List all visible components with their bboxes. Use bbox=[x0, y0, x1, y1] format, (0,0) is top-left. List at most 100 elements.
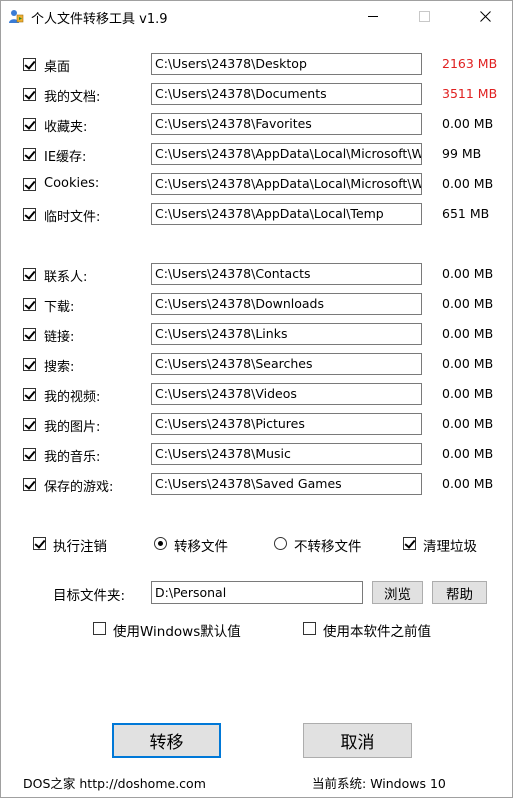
transfer-files-option[interactable]: 转移文件 bbox=[154, 534, 254, 555]
folder-row: 搜索: C:\Users\24378\Searches 0.00 MB bbox=[1, 353, 513, 377]
clean-junk-checkbox[interactable] bbox=[403, 537, 416, 550]
folder-checkbox[interactable] bbox=[23, 448, 36, 461]
folder-checkbox[interactable] bbox=[23, 208, 36, 221]
logoff-option[interactable]: 执行注销 bbox=[33, 534, 133, 555]
windows-default-checkbox[interactable] bbox=[93, 622, 106, 635]
app-window: 个人文件转移工具 v1.9 桌面 C:\Users\24378\Desktop 21… bbox=[0, 0, 513, 798]
folder-label: 临时文件: bbox=[44, 210, 101, 225]
logoff-checkbox[interactable] bbox=[33, 537, 46, 550]
folder-checkbox[interactable] bbox=[23, 328, 36, 341]
folder-checkbox[interactable] bbox=[23, 178, 36, 191]
folder-checkbox[interactable] bbox=[23, 418, 36, 431]
folder-row: IE缓存: C:\Users\24378\AppData\Local\Micros… bbox=[1, 143, 513, 167]
folder-label: 链接: bbox=[44, 330, 75, 345]
folder-label: 保存的游戏: bbox=[44, 480, 114, 495]
folder-path-input[interactable]: C:\Users\24378\Favorites bbox=[151, 113, 422, 135]
folder-label: IE缓存: bbox=[44, 150, 87, 165]
folder-size: 3511 MB bbox=[442, 86, 498, 101]
folder-size: 0.00 MB bbox=[442, 296, 494, 311]
windows-default-label: 使用Windows默认值 bbox=[113, 624, 241, 640]
transfer-files-label: 转移文件 bbox=[174, 539, 228, 555]
folder-size: 99 MB bbox=[442, 146, 482, 161]
target-folder-input[interactable]: D:\Personal bbox=[151, 581, 363, 604]
folder-path-input[interactable]: C:\Users\24378\AppData\Local\Microsoft\W bbox=[151, 143, 422, 165]
folder-checkbox[interactable] bbox=[23, 388, 36, 401]
cancel-button[interactable]: 取消 bbox=[303, 723, 412, 758]
folder-row: 我的视频: C:\Users\24378\Videos 0.00 MB bbox=[1, 383, 513, 407]
maximize-button[interactable] bbox=[401, 1, 447, 32]
folder-checkbox[interactable] bbox=[23, 118, 36, 131]
transfer-files-radio[interactable] bbox=[154, 537, 167, 550]
folder-path-input[interactable]: C:\Users\24378\Saved Games bbox=[151, 473, 422, 495]
target-folder-label: 目标文件夹: bbox=[53, 588, 126, 604]
folder-label: 我的图片: bbox=[44, 420, 101, 435]
folder-row: 保存的游戏: C:\Users\24378\Saved Games 0.00 MB bbox=[1, 473, 513, 497]
folder-path-input[interactable]: C:\Users\24378\Music bbox=[151, 443, 422, 465]
previous-value-label: 使用本软件之前值 bbox=[323, 624, 431, 640]
folder-size: 0.00 MB bbox=[442, 416, 494, 431]
system-info: 当前系统: Windows 10 bbox=[312, 773, 446, 792]
folder-path-input[interactable]: C:\Users\24378\AppData\Local\Microsoft\W bbox=[151, 173, 422, 195]
folder-checkbox[interactable] bbox=[23, 298, 36, 311]
folder-label: 搜索: bbox=[44, 360, 75, 375]
previous-value-checkbox[interactable] bbox=[303, 622, 316, 635]
help-button[interactable]: 帮助 bbox=[432, 581, 487, 604]
folder-row: 链接: C:\Users\24378\Links 0.00 MB bbox=[1, 323, 513, 347]
folder-row: Cookies: C:\Users\24378\AppData\Local\Mic… bbox=[1, 173, 513, 197]
folder-path-input[interactable]: C:\Users\24378\Videos bbox=[151, 383, 422, 405]
folder-row: 我的文档: C:\Users\24378\Documents 3511 MB bbox=[1, 83, 513, 107]
folder-label: 下载: bbox=[44, 300, 75, 315]
clean-junk-option[interactable]: 清理垃圾 bbox=[403, 534, 503, 555]
system-value: Windows 10 bbox=[370, 776, 446, 791]
folder-size: 2163 MB bbox=[442, 56, 498, 71]
folder-row: 联系人: C:\Users\24378\Contacts 0.00 MB bbox=[1, 263, 513, 287]
folder-label: 桌面 bbox=[44, 60, 71, 75]
folder-size: 0.00 MB bbox=[442, 176, 494, 191]
folder-label: 我的文档: bbox=[44, 90, 101, 105]
previous-value-option[interactable]: 使用本软件之前值 bbox=[303, 619, 473, 640]
folder-path-input[interactable]: C:\Users\24378\Links bbox=[151, 323, 422, 345]
folder-size: 0.00 MB bbox=[442, 386, 494, 401]
folder-checkbox[interactable] bbox=[23, 148, 36, 161]
folder-size: 0.00 MB bbox=[442, 476, 494, 491]
folder-size: 0.00 MB bbox=[442, 446, 494, 461]
folder-checkbox[interactable] bbox=[23, 358, 36, 371]
folder-checkbox[interactable] bbox=[23, 478, 36, 491]
folder-path-input[interactable]: C:\Users\24378\Searches bbox=[151, 353, 422, 375]
folder-row: 收藏夹: C:\Users\24378\Favorites 0.00 MB bbox=[1, 113, 513, 137]
folder-size: 0.00 MB bbox=[442, 116, 494, 131]
title-bar[interactable]: 个人文件转移工具 v1.9 bbox=[1, 1, 512, 32]
no-transfer-files-option[interactable]: 不转移文件 bbox=[274, 534, 384, 555]
app-icon bbox=[8, 8, 24, 24]
folder-checkbox[interactable] bbox=[23, 268, 36, 281]
folder-label: 我的音乐: bbox=[44, 450, 101, 465]
folder-checkbox[interactable] bbox=[23, 88, 36, 101]
minimize-button[interactable] bbox=[350, 1, 396, 32]
folder-label: 我的视频: bbox=[44, 390, 101, 405]
folder-size: 651 MB bbox=[442, 206, 490, 221]
folder-size: 0.00 MB bbox=[442, 356, 494, 371]
folder-path-input[interactable]: C:\Users\24378\Documents bbox=[151, 83, 422, 105]
folder-path-input[interactable]: C:\Users\24378\Downloads bbox=[151, 293, 422, 315]
windows-default-option[interactable]: 使用Windows默认值 bbox=[93, 619, 263, 640]
folder-path-input[interactable]: C:\Users\24378\Pictures bbox=[151, 413, 422, 435]
clean-junk-label: 清理垃圾 bbox=[423, 539, 477, 555]
folder-label: 收藏夹: bbox=[44, 120, 88, 135]
folder-path-input[interactable]: C:\Users\24378\AppData\Local\Temp bbox=[151, 203, 422, 225]
folder-row: 我的音乐: C:\Users\24378\Music 0.00 MB bbox=[1, 443, 513, 467]
folder-path-input[interactable]: C:\Users\24378\Desktop bbox=[151, 53, 422, 75]
no-transfer-files-label: 不转移文件 bbox=[294, 539, 362, 555]
folder-row: 桌面 C:\Users\24378\Desktop 2163 MB bbox=[1, 53, 513, 77]
no-transfer-files-radio[interactable] bbox=[274, 537, 287, 550]
close-button[interactable] bbox=[462, 1, 508, 32]
browse-button[interactable]: 浏览 bbox=[372, 581, 423, 604]
folder-row: 下载: C:\Users\24378\Downloads 0.00 MB bbox=[1, 293, 513, 317]
folder-path-input[interactable]: C:\Users\24378\Contacts bbox=[151, 263, 422, 285]
site-link[interactable]: DOS之家 http://doshome.com bbox=[23, 773, 206, 792]
folder-size: 0.00 MB bbox=[442, 266, 494, 281]
folder-row: 我的图片: C:\Users\24378\Pictures 0.00 MB bbox=[1, 413, 513, 437]
close-icon bbox=[479, 11, 491, 22]
logoff-label: 执行注销 bbox=[53, 539, 107, 555]
transfer-button[interactable]: 转移 bbox=[112, 723, 221, 758]
folder-checkbox[interactable] bbox=[23, 58, 36, 71]
